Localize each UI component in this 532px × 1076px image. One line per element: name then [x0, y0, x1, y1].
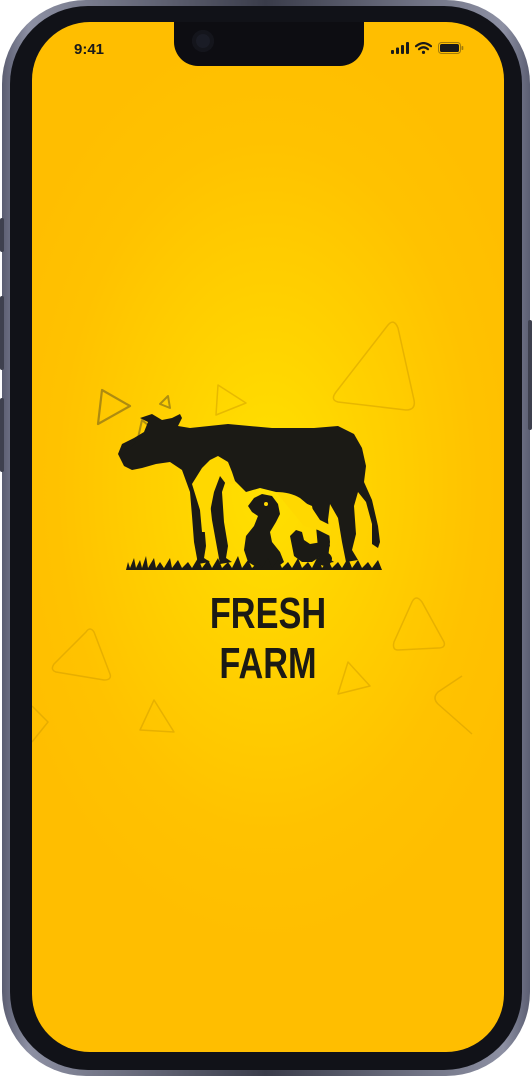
power-button — [528, 320, 532, 430]
brand-name: FRESH FARM — [209, 589, 327, 688]
phone-frame: 9:41 FRESH FARM — [0, 0, 532, 1076]
volume-up-button — [0, 296, 4, 370]
splash-screen[interactable]: 9:41 FRESH FARM — [32, 22, 504, 1052]
phone-bezel: 9:41 FRESH FARM — [10, 6, 522, 1070]
mute-switch — [0, 218, 4, 252]
farm-animals-logo — [118, 414, 382, 570]
volume-down-button — [0, 398, 4, 472]
